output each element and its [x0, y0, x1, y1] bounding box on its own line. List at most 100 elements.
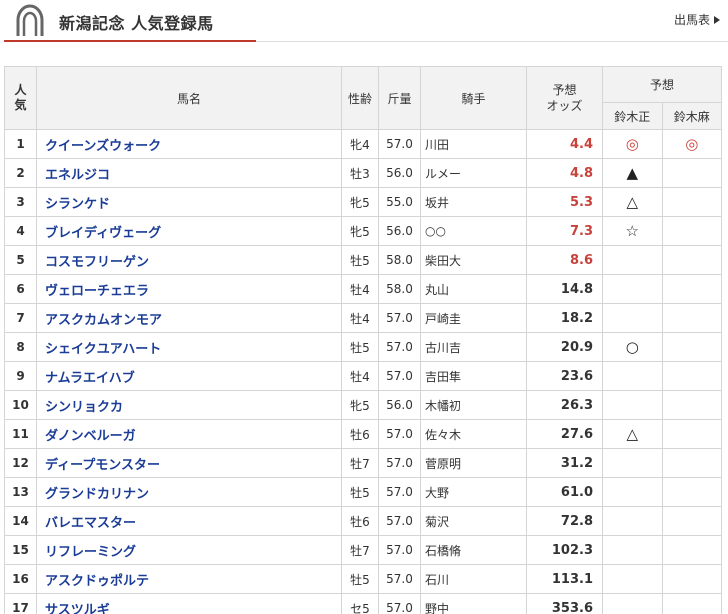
- sex-age-cell: 牡5: [341, 477, 379, 507]
- horse-name-cell: ディープモンスター: [36, 448, 342, 478]
- weight-cell: 58.0: [378, 245, 421, 275]
- weight-cell: 57.0: [378, 448, 421, 478]
- table-row: 4 ブレイディヴェーグ 牝5 56.0 ○○ 7.3 ☆: [4, 216, 722, 246]
- horse-name-cell: アスクカムオンモア: [36, 303, 342, 333]
- prediction-mark-2: [661, 593, 722, 614]
- jockey-cell: 菅原明: [420, 448, 527, 478]
- table-row: 12 ディープモンスター 牡7 57.0 菅原明 31.2: [4, 448, 722, 478]
- rank-cell: 16: [4, 564, 37, 594]
- odds-cell: 18.2: [526, 303, 603, 333]
- sex-age-cell: セ5: [341, 593, 379, 614]
- horse-name-link[interactable]: クイーンズウォーク: [45, 139, 161, 154]
- rank-cell: 7: [4, 303, 37, 333]
- jockey-cell: 吉田隼: [420, 361, 527, 391]
- sex-age-cell: 牡4: [341, 274, 379, 304]
- table-row: 2 エネルジコ 牡3 56.0 ルメー 4.8 ▲: [4, 158, 722, 188]
- horse-name-link[interactable]: シェイクユアハート: [45, 342, 161, 357]
- prediction-mark-1: [602, 303, 663, 333]
- sex-age-cell: 牡3: [341, 158, 379, 188]
- horse-name-link[interactable]: コスモフリーゲン: [45, 255, 149, 270]
- table-row: 15 リフレーミング 牡7 57.0 石橋脩 102.3: [4, 535, 722, 565]
- jockey-cell: 古川吉: [420, 332, 527, 362]
- table-row: 8 シェイクユアハート 牡5 57.0 古川吉 20.9 ○: [4, 332, 722, 362]
- table-row: 5 コスモフリーゲン 牡5 58.0 柴田大 8.6: [4, 245, 722, 275]
- odds-cell: 102.3: [526, 535, 603, 565]
- prediction-mark-2: [661, 274, 722, 304]
- horse-name-link[interactable]: ナムラエイハブ: [45, 371, 135, 386]
- odds-cell: 113.1: [526, 564, 603, 594]
- sex-age-cell: 牝4: [341, 129, 379, 159]
- title-underline: [4, 40, 256, 42]
- table-row: 6 ヴェローチェエラ 牡4 58.0 丸山 14.8: [4, 274, 722, 304]
- prediction-mark-1: [602, 245, 663, 275]
- jockey-cell: 柴田大: [420, 245, 527, 275]
- table-row: 11 ダノンベルーガ 牡6 57.0 佐々木 27.6 △: [4, 419, 722, 449]
- weight-cell: 56.0: [378, 158, 421, 188]
- prediction-mark-1: ☆: [602, 216, 663, 246]
- table-row: 3 シランケド 牝5 55.0 坂井 5.3 △: [4, 187, 722, 217]
- horse-name-link[interactable]: サスツルギ: [45, 603, 110, 614]
- prediction-mark-1: △: [602, 187, 663, 217]
- sex-age-cell: 牡5: [341, 245, 379, 275]
- prediction-mark-2: [661, 564, 722, 594]
- horse-name-link[interactable]: バレエマスター: [45, 516, 136, 531]
- rank-cell: 17: [4, 593, 37, 614]
- table-row: 14 バレエマスター 牡6 57.0 菊沢 72.8: [4, 506, 722, 536]
- rank-cell: 8: [4, 332, 37, 362]
- rank-cell: 10: [4, 390, 37, 420]
- weight-cell: 57.0: [378, 506, 421, 536]
- header-sex-age: 性齢: [341, 66, 379, 130]
- jockey-cell: 佐々木: [420, 419, 527, 449]
- table-row: 16 アスクドゥポルテ 牡5 57.0 石川 113.1: [4, 564, 722, 594]
- rank-cell: 12: [4, 448, 37, 478]
- prediction-mark-1: [602, 506, 663, 536]
- horse-name-cell: グランドカリナン: [36, 477, 342, 507]
- rank-cell: 3: [4, 187, 37, 217]
- prediction-mark-2: [661, 245, 722, 275]
- horse-name-link[interactable]: ディープモンスター: [45, 458, 160, 473]
- horse-name-link[interactable]: エネルジコ: [45, 168, 110, 183]
- odds-cell: 8.6: [526, 245, 603, 275]
- prediction-mark-1: [602, 448, 663, 478]
- odds-cell: 7.3: [526, 216, 603, 246]
- horse-name-link[interactable]: グランドカリナン: [45, 487, 149, 502]
- horse-name-link[interactable]: ダノンベルーガ: [45, 429, 136, 444]
- header-predictor-1: 鈴木正: [602, 102, 663, 130]
- sex-age-cell: 牝5: [341, 390, 379, 420]
- horse-name-link[interactable]: リフレーミング: [45, 545, 136, 560]
- horse-name-cell: エネルジコ: [36, 158, 342, 188]
- sex-age-cell: 牡7: [341, 535, 379, 565]
- horse-name-link[interactable]: ヴェローチェエラ: [45, 284, 149, 299]
- jockey-cell: 戸崎圭: [420, 303, 527, 333]
- rank-cell: 15: [4, 535, 37, 565]
- rank-cell: 14: [4, 506, 37, 536]
- horse-name-cell: シンリョクカ: [36, 390, 342, 420]
- odds-cell: 72.8: [526, 506, 603, 536]
- jockey-cell: 木幡初: [420, 390, 527, 420]
- horse-name-cell: クイーンズウォーク: [36, 129, 342, 159]
- weight-cell: 57.0: [378, 419, 421, 449]
- header-weight: 斤量: [378, 66, 421, 130]
- horse-name-link[interactable]: シランケド: [45, 197, 110, 212]
- odds-cell: 26.3: [526, 390, 603, 420]
- sex-age-cell: 牝5: [341, 187, 379, 217]
- horse-name-link[interactable]: アスクドゥポルテ: [45, 574, 149, 589]
- weight-cell: 58.0: [378, 274, 421, 304]
- rank-cell: 5: [4, 245, 37, 275]
- prediction-mark-2: [661, 535, 722, 565]
- horse-name-link[interactable]: ブレイディヴェーグ: [45, 226, 161, 241]
- jockey-cell: 野中: [420, 593, 527, 614]
- sex-age-cell: 牡4: [341, 303, 379, 333]
- entries-link[interactable]: 出馬表: [674, 11, 720, 28]
- horse-name-link[interactable]: アスクカムオンモア: [45, 313, 162, 328]
- table-row: 10 シンリョクカ 牝5 56.0 木幡初 26.3: [4, 390, 722, 420]
- prediction-mark-1: [602, 274, 663, 304]
- horse-name-cell: シランケド: [36, 187, 342, 217]
- weight-cell: 55.0: [378, 187, 421, 217]
- horse-name-link[interactable]: シンリョクカ: [45, 400, 123, 415]
- prediction-mark-2: [661, 361, 722, 391]
- entries-link-label: 出馬表: [673, 13, 710, 27]
- rank-cell: 2: [4, 158, 37, 188]
- header-prediction: 予想: [602, 66, 722, 103]
- sex-age-cell: 牡7: [341, 448, 379, 478]
